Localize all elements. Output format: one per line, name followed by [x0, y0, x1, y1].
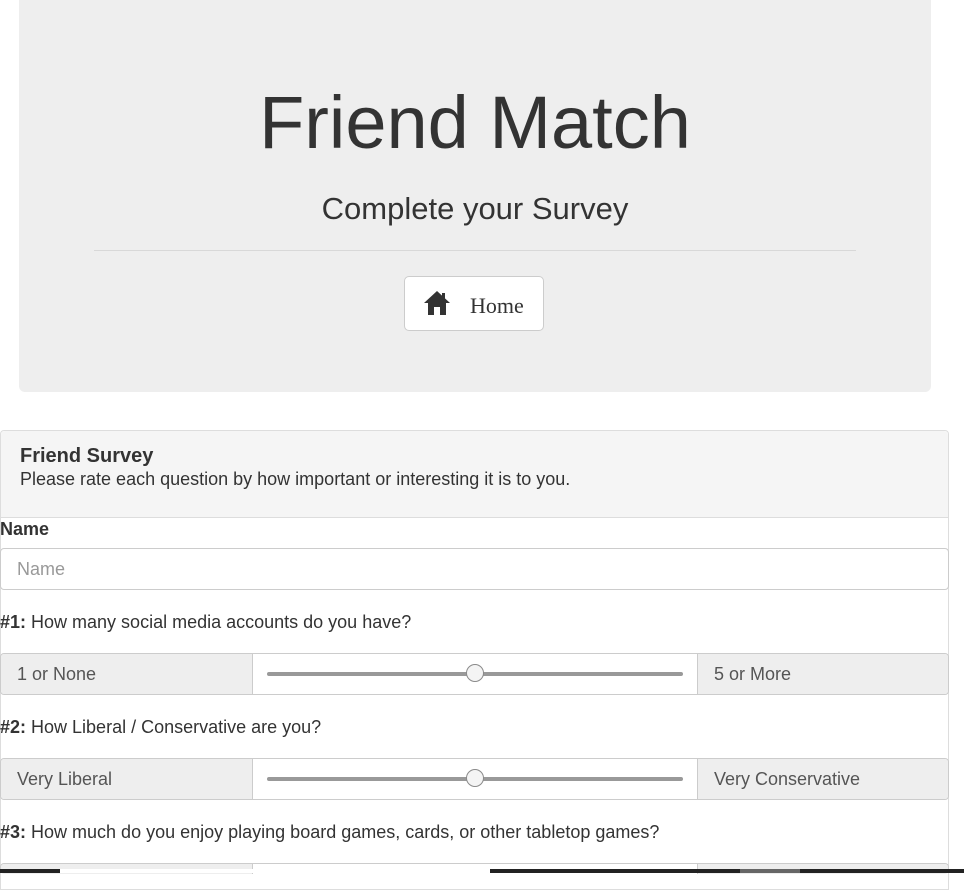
question-1-slider-group: 1 or None 5 or More [0, 653, 949, 695]
survey-panel-heading: Friend Survey Please rate each question … [1, 431, 948, 518]
question-2-min-addon: Very Liberal [1, 759, 253, 799]
question-2-slider-group: Very Liberal Very Conservative [0, 758, 949, 800]
question-1-text: How many social media accounts do you ha… [31, 612, 412, 632]
page-title: Friend Match [259, 81, 691, 164]
question-1: #1: How many social media accounts do yo… [0, 612, 411, 633]
question-1-slider-thumb[interactable] [466, 664, 484, 682]
question-2: #2: How Liberal / Conservative are you? [0, 717, 321, 738]
question-2-slider-thumb[interactable] [466, 769, 484, 787]
question-1-number: #1: [0, 612, 27, 632]
home-icon [424, 291, 450, 315]
question-2-max-label: Very Conservative [714, 769, 861, 789]
question-3: #3: How much do you enjoy playing board … [0, 822, 659, 843]
question-1-min-addon: 1 or None [1, 654, 253, 694]
header-divider [94, 250, 856, 251]
question-1-max-addon: 5 or More [697, 654, 948, 694]
question-1-max-label: 5 or More [714, 664, 792, 684]
page-subtitle: Complete your Survey [321, 191, 629, 226]
survey-description: Please rate each question by how importa… [20, 469, 571, 489]
question-2-min-label: Very Liberal [17, 769, 113, 789]
question-1-slider[interactable] [267, 664, 683, 682]
question-2-slider[interactable] [267, 769, 683, 787]
question-2-text: How Liberal / Conservative are you? [31, 717, 322, 737]
question-2-max-addon: Very Conservative [697, 759, 948, 799]
question-2-number: #2: [0, 717, 27, 737]
taskbar-edge [0, 869, 964, 873]
name-label: Name [0, 519, 50, 539]
name-input[interactable] [0, 548, 949, 590]
header-jumbotron: Friend Match Complete your Survey Home [19, 0, 931, 392]
question-3-text: How much do you enjoy playing board game… [31, 822, 660, 842]
survey-title: Friend Survey [20, 445, 154, 467]
question-3-number: #3: [0, 822, 27, 842]
question-1-min-label: 1 or None [17, 664, 97, 684]
home-button-label: Home [470, 293, 524, 318]
home-button[interactable]: Home [404, 276, 544, 331]
